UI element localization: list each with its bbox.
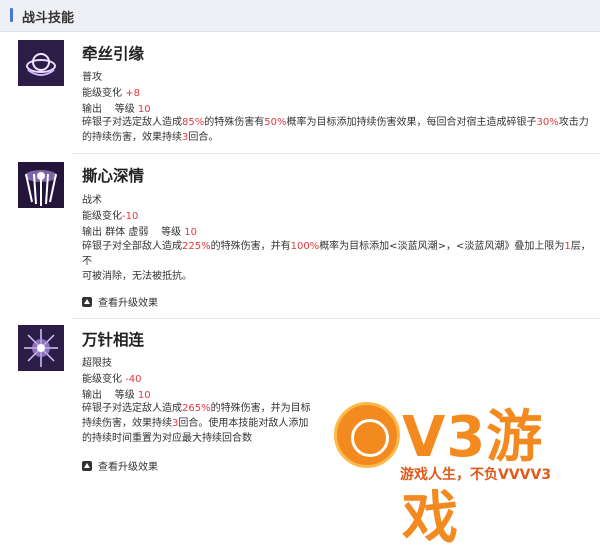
skill-description: 碎银子对全部敌人造成225%的特殊伤害，并有100%概率为目标添加<淡蓝风潮>，… [82, 239, 600, 284]
music-disc-icon [334, 402, 400, 468]
upgrade-arrow-icon [82, 297, 92, 307]
energy-row: 能级变化 +8 [82, 84, 140, 99]
desc-text: 的特殊伤害，并为目标 [210, 403, 311, 414]
energy-label: 能级变化 [82, 88, 122, 99]
desc-text: 概率为目标添加持续伤害效果，每回合对宿主造成碎银子 [286, 117, 537, 128]
watermark: V3游戏 游戏人生，不负VVVV3 [330, 400, 600, 551]
crystal-burst-icon [18, 162, 64, 208]
skill-icon [18, 40, 64, 86]
desc-highlight: 50% [264, 117, 287, 128]
desc-text: 碎银子对选定敌人造成 [82, 117, 182, 128]
energy-value: -40 [125, 374, 142, 385]
tags-level-row: 输出 等级 10 [82, 386, 151, 401]
header-accent-bar [10, 8, 13, 22]
skill-description: 碎银子对选定敌人造成85%的特殊伤害有50%概率为目标添加持续伤害效果，每回合对… [82, 115, 600, 145]
divider [72, 318, 600, 319]
desc-highlight: 85% [182, 117, 205, 128]
desc-text: 回合。使用本技能对敌人添加 [178, 418, 309, 429]
energy-row: 能级变化-10 [82, 207, 138, 222]
level-label: 等级 [161, 227, 182, 238]
skill-icon [18, 325, 64, 371]
energy-label: 能级变化 [82, 211, 122, 222]
desc-text: 可被消除，无法被抵抗。 [82, 271, 192, 282]
tags-level-row: 输出 群体 虚弱 等级 10 [82, 223, 197, 238]
desc-text: 持续伤害，效果持续 [82, 418, 172, 429]
skill-tags: 输出 [82, 104, 102, 115]
section-header: 战斗技能 [0, 0, 600, 32]
energy-value: +8 [125, 88, 140, 99]
level-value: 10 [184, 227, 197, 238]
desc-highlight: 225% [182, 241, 211, 252]
level-value: 10 [137, 104, 151, 115]
level-label: 等级 [114, 390, 135, 401]
tags-level-row: 输出 等级 10 [82, 100, 151, 115]
desc-text: 的特殊伤害有 [204, 117, 265, 128]
section-title: 战斗技能 [22, 11, 75, 26]
skill-type: 普攻 [82, 72, 102, 83]
level-label: 等级 [114, 104, 135, 115]
upgrade-label: 查看升级效果 [98, 462, 158, 473]
watermark-tagline: 游戏人生，不负VVVV3 [400, 467, 552, 483]
skill-description: 碎银子对选定敌人造成265%的特殊伤害，并为目标 持续伤害，效果持续3回合。使用… [82, 401, 322, 446]
energy-label: 能级变化 [82, 374, 122, 385]
energy-row: 能级变化 -40 [82, 370, 142, 385]
skill-icon [18, 162, 64, 208]
skill-tags: 输出 群体 虚弱 [82, 227, 149, 238]
upgrade-arrow-icon [82, 461, 92, 471]
desc-highlight: 265% [182, 403, 211, 414]
lotus-icon [18, 40, 64, 86]
level-value: 10 [137, 390, 151, 401]
skill-type: 超限技 [82, 358, 112, 369]
needle-burst-icon [18, 325, 64, 371]
view-upgrade-button[interactable]: 查看升级效果 [82, 294, 158, 309]
desc-highlight: 30% [536, 117, 559, 128]
desc-text: 碎银子对选定敌人造成 [82, 403, 182, 414]
view-upgrade-button[interactable]: 查看升级效果 [82, 458, 158, 473]
upgrade-label: 查看升级效果 [98, 298, 158, 309]
skill-type: 战术 [82, 195, 102, 206]
desc-text: 的持续时间重置为对应最大持续回合数 [82, 433, 252, 444]
energy-value: -10 [122, 211, 139, 222]
desc-text: 概率为目标添加<淡蓝风潮>，<淡蓝风潮》叠加上限为 [319, 241, 565, 252]
divider [72, 153, 600, 154]
desc-text: 的特殊伤害，并有 [210, 241, 291, 252]
skill-name: 牵丝引缘 [82, 45, 145, 63]
skill-name: 万针相连 [82, 331, 145, 349]
skill-tags: 输出 [82, 390, 102, 401]
desc-highlight: 100% [290, 241, 320, 252]
desc-text: 攻击力 [558, 117, 589, 128]
desc-text: 碎银子对全部敌人造成 [82, 241, 182, 252]
desc-text: 回合。 [188, 132, 219, 143]
desc-text: 的持续伤害，效果持续 [82, 132, 182, 143]
skill-name: 撕心深情 [82, 167, 145, 185]
